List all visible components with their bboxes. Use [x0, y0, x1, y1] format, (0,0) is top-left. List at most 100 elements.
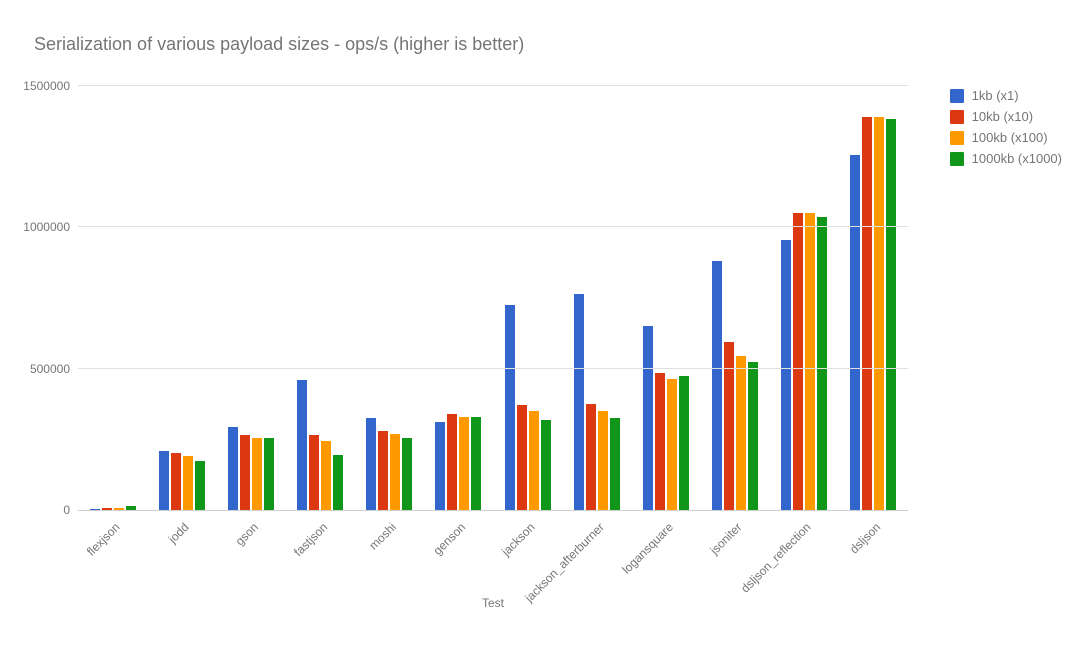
x-tick-label: flexjson [83, 520, 122, 559]
x-label-slot: logansquare [631, 514, 700, 594]
bar [171, 453, 181, 510]
x-tick-label: genson [431, 520, 469, 558]
bar [264, 438, 274, 510]
bar [541, 420, 551, 510]
legend-item: 1kb (x1) [950, 88, 1062, 103]
bar [850, 155, 860, 510]
bar-groups [78, 86, 908, 510]
legend-swatch [950, 110, 964, 124]
grid-line [78, 368, 908, 369]
bar-group [147, 86, 216, 510]
bar [574, 294, 584, 510]
bar [874, 117, 884, 510]
bar [447, 414, 457, 510]
bar [126, 506, 136, 510]
legend-label: 1kb (x1) [972, 88, 1019, 103]
bar [712, 261, 722, 510]
bar [529, 411, 539, 510]
bar-group [216, 86, 285, 510]
bar [459, 417, 469, 510]
bar-group [839, 86, 908, 510]
x-label-slot: jackson_afterburner [562, 514, 631, 594]
x-label-slot: gson [216, 514, 285, 594]
x-tick-label: gson [232, 520, 260, 548]
bar [252, 438, 262, 510]
legend-label: 100kb (x100) [972, 130, 1048, 145]
bar-group [701, 86, 770, 510]
bar [610, 418, 620, 510]
bar [667, 379, 677, 510]
x-axis-labels: flexjson jodd gson fastjson moshi genson jacks… [78, 514, 908, 594]
bar [748, 362, 758, 510]
x-tick-label: fastjson [291, 520, 330, 559]
bar [240, 435, 250, 510]
x-label-slot: moshi [355, 514, 424, 594]
bar [309, 435, 319, 510]
chart-title: Serialization of various payload sizes -… [34, 34, 524, 55]
bar [886, 119, 896, 510]
x-tick-label: jodd [165, 520, 191, 546]
bar [159, 451, 169, 510]
bar-group [286, 86, 355, 510]
bar [471, 417, 481, 510]
bar-group [424, 86, 493, 510]
x-label-slot: dsljson_reflection [770, 514, 839, 594]
x-tick-label: jackson [498, 520, 537, 559]
legend-label: 10kb (x10) [972, 109, 1033, 124]
x-label-slot: flexjson [78, 514, 147, 594]
bar-group [770, 86, 839, 510]
x-label-slot: fastjson [286, 514, 355, 594]
x-label-slot: genson [424, 514, 493, 594]
bar [598, 411, 608, 510]
bar-group [562, 86, 631, 510]
bar [781, 240, 791, 510]
bar [817, 217, 827, 510]
bar [114, 508, 124, 510]
legend-item: 10kb (x10) [950, 109, 1062, 124]
bar [862, 117, 872, 510]
x-label-slot: jodd [147, 514, 216, 594]
x-tick-label: jsoniter [707, 520, 744, 557]
bar [366, 418, 376, 510]
x-axis-title: Test [78, 596, 908, 610]
bar [228, 427, 238, 510]
y-tick-label: 1500000 [23, 79, 70, 93]
bar [505, 305, 515, 510]
grid-line [78, 226, 908, 227]
bar-group [631, 86, 700, 510]
legend-swatch [950, 131, 964, 145]
legend-label: 1000kb (x1000) [972, 151, 1062, 166]
bar [402, 438, 412, 510]
x-label-slot: dsljson [839, 514, 908, 594]
bar [333, 455, 343, 510]
bar [102, 508, 112, 510]
bar [90, 509, 100, 510]
bar [390, 434, 400, 510]
bar [586, 404, 596, 510]
bar [655, 373, 665, 510]
bar [435, 422, 445, 510]
y-tick-label: 1000000 [23, 220, 70, 234]
bar [378, 431, 388, 510]
bar [297, 380, 307, 510]
bar [321, 441, 331, 510]
bar [805, 213, 815, 510]
legend-item: 100kb (x100) [950, 130, 1062, 145]
y-tick-label: 500000 [30, 362, 70, 376]
legend-swatch [950, 152, 964, 166]
bar-group [355, 86, 424, 510]
grid-line [78, 85, 908, 86]
bar [679, 376, 689, 510]
bar [517, 405, 527, 510]
legend-swatch [950, 89, 964, 103]
bar [736, 356, 746, 510]
chart-container: Serialization of various payload sizes -… [0, 0, 1082, 669]
x-tick-label: dsljson [847, 520, 883, 556]
plot-area: 050000010000001500000 [78, 86, 908, 511]
legend: 1kb (x1) 10kb (x10) 100kb (x100) 1000kb (x1… [950, 88, 1062, 172]
bar [195, 461, 205, 510]
bar-group [493, 86, 562, 510]
bar [183, 456, 193, 510]
bar [793, 213, 803, 510]
x-tick-label: moshi [367, 520, 400, 553]
